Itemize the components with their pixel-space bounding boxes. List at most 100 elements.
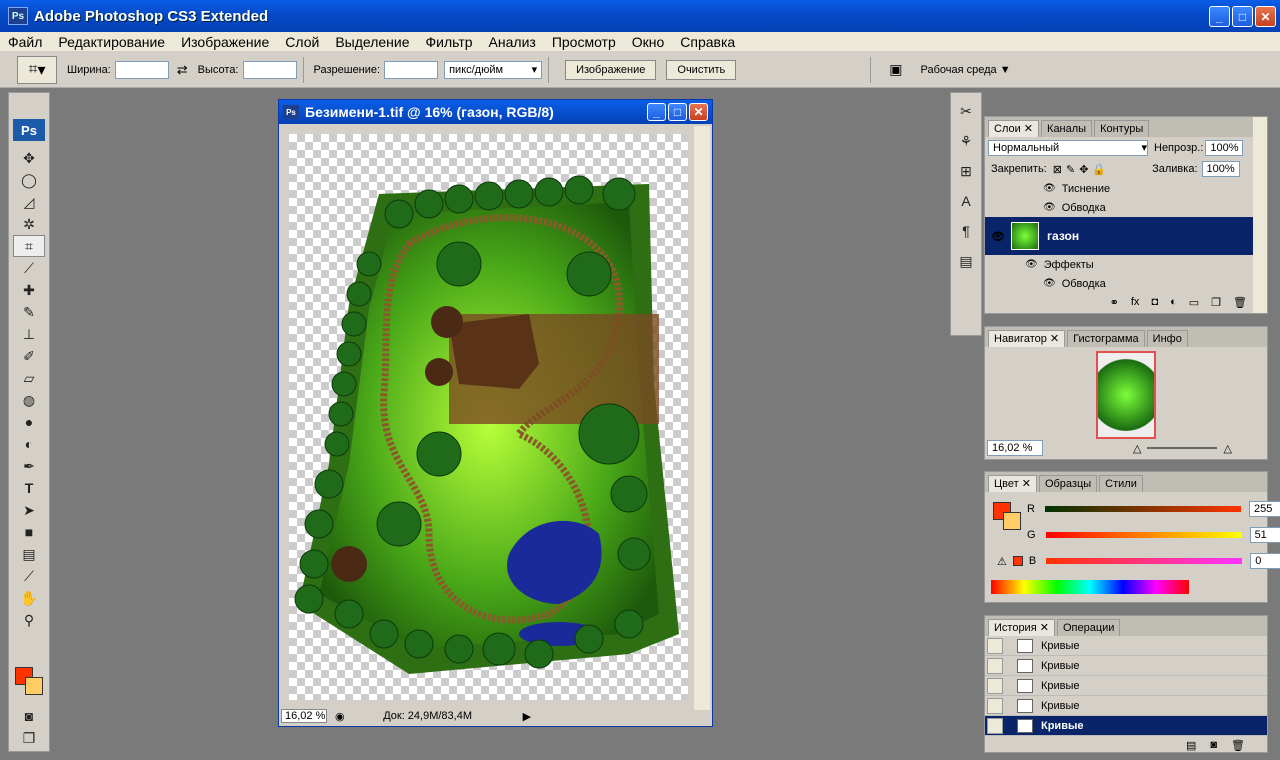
brushes-icon[interactable]: ⚘: [953, 129, 979, 153]
history-snapshot-checkbox[interactable]: [987, 637, 1003, 654]
document-maximize-button[interactable]: □: [668, 103, 687, 121]
healing-brush-icon[interactable]: ✚: [13, 279, 45, 301]
clone-source-icon[interactable]: ⊞: [953, 159, 979, 183]
marquee-tool-icon[interactable]: ◯: [13, 169, 45, 191]
screen-mode-icon[interactable]: ❐: [13, 727, 45, 749]
eyedropper-icon[interactable]: ⟋: [13, 565, 45, 587]
navigator-zoom-input[interactable]: 16,02 %: [987, 440, 1043, 456]
clone-stamp-icon[interactable]: ⊥: [13, 323, 45, 345]
crop-tool-preset-picker[interactable]: ⌗ ▾: [17, 55, 57, 84]
blend-mode-select[interactable]: Нормальный ▾: [988, 140, 1148, 156]
lasso-tool-icon[interactable]: ◿: [13, 191, 45, 213]
color-spectrum-bar[interactable]: [991, 580, 1189, 594]
zoom-level-field[interactable]: 16,02 %: [281, 709, 327, 723]
green-slider[interactable]: [1045, 532, 1242, 538]
snapshot-icon[interactable]: ◙: [1210, 739, 1217, 751]
notes-tool-icon[interactable]: ▤: [13, 543, 45, 565]
move-tool-icon[interactable]: ✥: [13, 147, 45, 169]
menu-image[interactable]: Изображение: [173, 32, 277, 52]
menu-window[interactable]: Окно: [624, 32, 673, 52]
history-item[interactable]: Кривые: [985, 696, 1267, 716]
paint-bucket-icon[interactable]: ◍: [13, 389, 45, 411]
lock-pixels-icon[interactable]: ✎: [1066, 163, 1075, 176]
tab-histogram[interactable]: Гистограмма: [1067, 330, 1145, 347]
maximize-button[interactable]: □: [1232, 6, 1253, 27]
dodge-tool-icon[interactable]: ◐: [13, 433, 45, 455]
rectangle-tool-icon[interactable]: ■: [13, 521, 45, 543]
background-color-swatch[interactable]: [25, 677, 43, 695]
type-tool-icon[interactable]: T: [13, 477, 45, 499]
zoom-tool-icon[interactable]: ⚲: [13, 609, 45, 631]
layer-comps-icon[interactable]: ▤: [953, 249, 979, 273]
hand-tool-icon[interactable]: ✋: [13, 587, 45, 609]
link-layers-icon[interactable]: ⚭: [1110, 296, 1119, 309]
menu-edit[interactable]: Редактирование: [50, 32, 173, 52]
history-item[interactable]: Кривые: [985, 636, 1267, 656]
color-background-swatch[interactable]: [1003, 512, 1021, 530]
quick-mask-icon[interactable]: ◙: [13, 705, 45, 727]
status-menu-arrow-icon[interactable]: ▶: [523, 710, 531, 723]
blue-slider[interactable]: [1046, 558, 1243, 564]
add-mask-icon[interactable]: ◘: [1151, 296, 1158, 308]
eraser-tool-icon[interactable]: ▱: [13, 367, 45, 389]
close-button[interactable]: ✕: [1255, 6, 1276, 27]
tab-info[interactable]: Инфо: [1146, 330, 1188, 347]
green-value-input[interactable]: 51: [1249, 527, 1280, 543]
effects-row[interactable]: 👁 Эффекты: [985, 255, 1267, 274]
menu-filter[interactable]: Фильтр: [418, 32, 481, 52]
slice-tool-icon[interactable]: ⟋: [13, 257, 45, 279]
brush-tool-icon[interactable]: ✎: [13, 301, 45, 323]
height-input[interactable]: [242, 60, 297, 79]
zoom-slider[interactable]: [1147, 447, 1218, 449]
resolution-input[interactable]: [384, 60, 439, 79]
opacity-input[interactable]: 100%: [1205, 140, 1244, 156]
lock-transparency-icon[interactable]: ⊠: [1053, 163, 1062, 176]
path-selection-icon[interactable]: ➤: [13, 499, 45, 521]
magic-wand-icon[interactable]: ✲: [13, 213, 45, 235]
tab-paths[interactable]: Контуры: [1094, 120, 1150, 137]
document-close-button[interactable]: ✕: [689, 103, 708, 121]
tab-layers[interactable]: Слои ✕: [988, 120, 1040, 137]
layers-scrollbar[interactable]: [1253, 117, 1267, 313]
zoom-out-icon[interactable]: △: [1133, 442, 1141, 455]
status-info-icon[interactable]: ◉: [335, 710, 345, 723]
history-snapshot-checkbox[interactable]: [987, 697, 1003, 714]
lock-position-icon[interactable]: ✥: [1079, 163, 1088, 176]
history-item[interactable]: Кривые: [985, 676, 1267, 696]
layer-row-active[interactable]: 👁 газон: [985, 217, 1267, 255]
blur-tool-icon[interactable]: ●: [13, 411, 45, 433]
bridge-icon[interactable]: ▣: [889, 61, 902, 78]
tab-channels[interactable]: Каналы: [1041, 120, 1093, 137]
stroke-effect-row[interactable]: 👁 Обводка: [985, 274, 1267, 293]
layer-style-icon[interactable]: fx: [1131, 296, 1140, 308]
adjustment-layer-icon[interactable]: ◐: [1170, 296, 1177, 308]
layer-visibility-eye-icon[interactable]: 👁: [991, 230, 1005, 243]
lock-all-icon[interactable]: 🔒: [1092, 163, 1106, 176]
menu-analysis[interactable]: Анализ: [481, 32, 544, 52]
tab-history[interactable]: История ✕: [988, 619, 1055, 636]
history-snapshot-checkbox[interactable]: [987, 717, 1003, 734]
gamut-warning-icon[interactable]: ⚠: [997, 555, 1007, 568]
new-document-from-state-icon[interactable]: ▤: [1186, 739, 1196, 752]
image-canvas[interactable]: [289, 134, 688, 700]
vertical-scrollbar[interactable]: [694, 126, 710, 710]
tab-color[interactable]: Цвет ✕: [988, 475, 1037, 492]
pen-tool-icon[interactable]: ✒: [13, 455, 45, 477]
zoom-in-icon[interactable]: △: [1223, 442, 1231, 455]
clear-button[interactable]: Очистить: [666, 59, 737, 80]
red-slider[interactable]: [1044, 506, 1241, 512]
tab-actions[interactable]: Операции: [1056, 619, 1121, 636]
document-minimize-button[interactable]: _: [647, 103, 666, 121]
tab-navigator[interactable]: Навигатор ✕: [988, 330, 1066, 347]
trash-icon[interactable]: 🗑: [1231, 739, 1245, 752]
width-input[interactable]: [114, 60, 169, 79]
tab-styles[interactable]: Стили: [1099, 475, 1143, 492]
resolution-units-select[interactable]: пикс/дюйм ▾: [444, 60, 543, 79]
workspace-menu[interactable]: Рабочая среда ▼: [921, 64, 1011, 76]
history-snapshot-checkbox[interactable]: [987, 657, 1003, 674]
out-of-gamut-swatch[interactable]: [1012, 556, 1023, 566]
history-snapshot-checkbox[interactable]: [987, 677, 1003, 694]
layer-effect-row[interactable]: 👁 Обводка: [985, 198, 1267, 217]
menu-view[interactable]: Просмотр: [544, 32, 624, 52]
trash-icon[interactable]: 🗑: [1233, 296, 1247, 309]
